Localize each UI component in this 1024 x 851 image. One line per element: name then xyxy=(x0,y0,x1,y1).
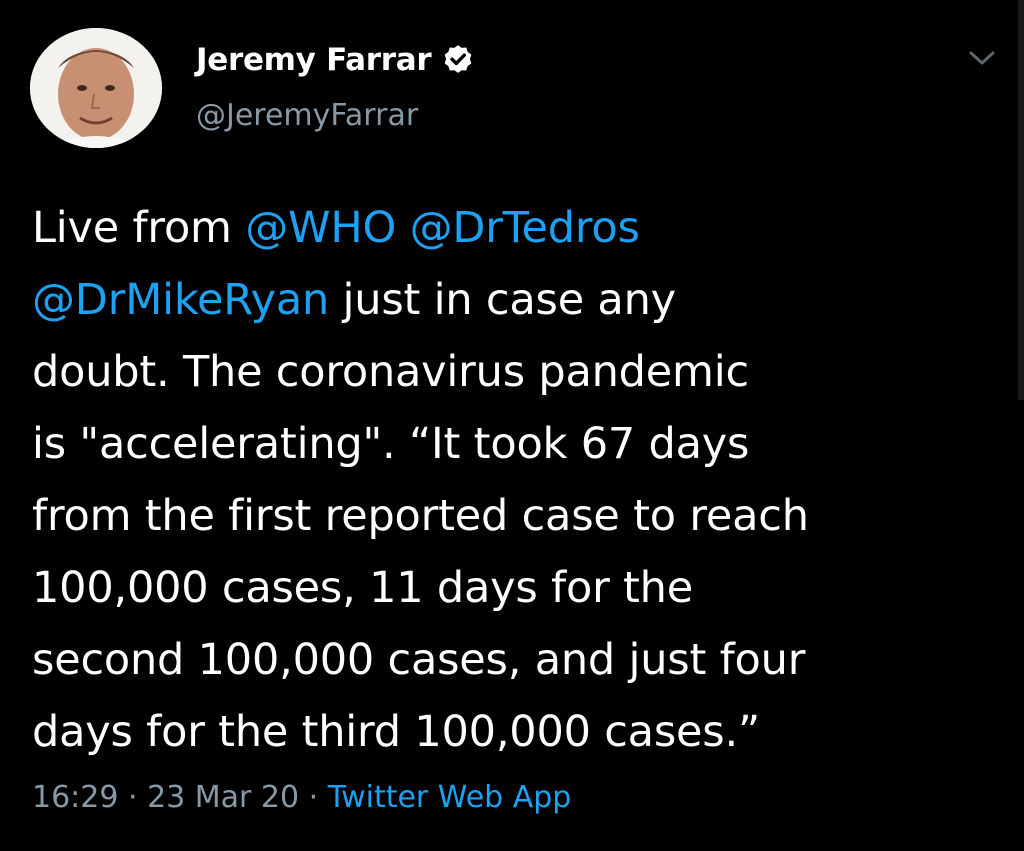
tweet-line: 100,000 cases, 11 days for the xyxy=(32,552,972,624)
display-name[interactable]: Jeremy Farrar xyxy=(196,42,432,78)
meta-separator: · xyxy=(299,780,328,815)
mention-link[interactable]: @DrMikeRyan xyxy=(32,275,329,325)
meta-separator: · xyxy=(118,780,148,815)
tweet-text-segment xyxy=(396,203,409,253)
tweet-text-segment: is "accelerating". “It took 67 days xyxy=(32,419,750,469)
author-handle[interactable]: @JeremyFarrar xyxy=(196,98,418,133)
tweet-text-segment: 100,000 cases, 11 days for the xyxy=(32,563,693,613)
chevron-down-icon[interactable] xyxy=(968,48,996,68)
tweet-line: Live from @WHO @DrTedros xyxy=(32,192,972,264)
mention-link[interactable]: @WHO xyxy=(245,203,396,253)
tweet-text-segment: doubt. The coronavirus pandemic xyxy=(32,347,749,397)
tweet-source-link[interactable]: Twitter Web App xyxy=(328,780,572,815)
tweet-text-segment: Live from xyxy=(32,203,246,253)
scrollbar[interactable] xyxy=(1018,0,1024,400)
tweet-line: days for the third 100,000 cases.” xyxy=(32,696,972,768)
tweet-text-segment: from the first reported case to reach xyxy=(32,491,809,541)
tweet-line: doubt. The coronavirus pandemic xyxy=(32,336,972,408)
mention-link[interactable]: @DrTedros xyxy=(410,203,640,253)
tweet-line: second 100,000 cases, and just four xyxy=(32,624,972,696)
author-name-row[interactable]: Jeremy Farrar xyxy=(196,36,475,84)
tweet-meta: 16:29 · 23 Mar 20 · Twitter Web App xyxy=(32,780,571,815)
tweet-text-segment: days for the third 100,000 cases.” xyxy=(32,707,761,757)
avatar[interactable] xyxy=(30,28,162,148)
tweet-line: is "accelerating". “It took 67 days xyxy=(32,408,972,480)
tweet-date: 23 Mar 20 xyxy=(147,780,300,815)
tweet-time: 16:29 xyxy=(32,780,119,815)
tweet-text-segment: just in case any xyxy=(329,275,677,325)
avatar-image xyxy=(30,28,162,148)
tweet-line: @DrMikeRyan just in case any xyxy=(32,264,972,336)
tweet-line: from the first reported case to reach xyxy=(32,480,972,552)
verified-badge-icon xyxy=(445,45,472,73)
tweet-text: Live from @WHO @DrTedros @DrMikeRyan just… xyxy=(32,192,972,768)
tweet-text-segment: second 100,000 cases, and just four xyxy=(32,635,806,685)
